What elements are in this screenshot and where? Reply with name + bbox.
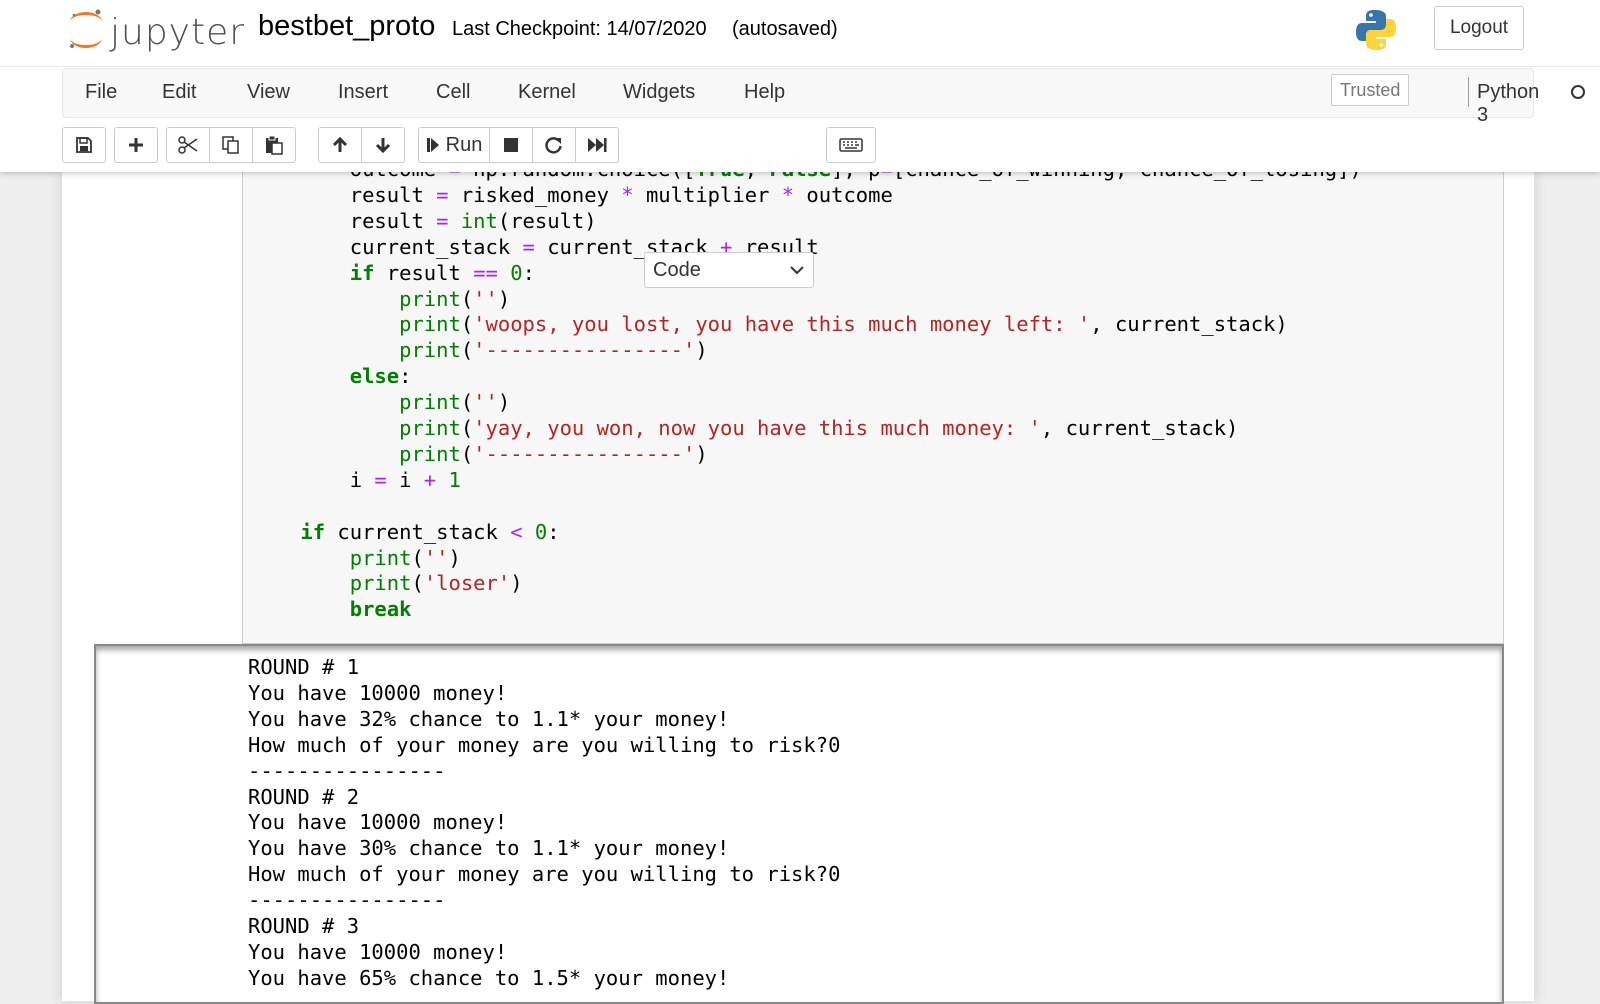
scissors-icon [178, 136, 198, 154]
kernel-name[interactable]: Python 3 [1477, 81, 1539, 127]
interrupt-button[interactable] [489, 127, 533, 163]
paste-button[interactable] [252, 127, 296, 163]
output-line: ---------------- [248, 758, 446, 783]
copy-icon [222, 136, 239, 154]
stop-icon [504, 138, 518, 152]
paste-icon [266, 135, 283, 155]
toolbar-group-run: Run [418, 127, 619, 163]
restart-button[interactable] [532, 127, 576, 163]
menu-kernel[interactable]: Kernel [518, 81, 576, 104]
kernel-separator [1468, 77, 1469, 107]
code-line: if current_stack < 0: [300, 519, 560, 544]
move-up-button[interactable] [318, 127, 362, 163]
output-line: ---------------- [248, 888, 446, 913]
toolbar-group-insert [114, 127, 158, 163]
top-bar: jupyter bestbet_proto Last Checkpoint: 1… [0, 0, 1600, 67]
menu-file[interactable]: File [85, 81, 117, 104]
copy-button[interactable] [209, 127, 253, 163]
output-line: You have 10000 money! [248, 680, 508, 705]
output-line: You have 10000 money! [248, 939, 508, 964]
code-line: result = int(result) [251, 208, 597, 233]
output-line: ROUND # 2 [248, 784, 360, 809]
menu-edit[interactable]: Edit [162, 81, 196, 104]
notebook-name[interactable]: bestbet_proto [258, 10, 435, 43]
code-line: print('----------------') [399, 441, 708, 466]
insert-cell-button[interactable] [114, 127, 158, 163]
code-line: print('loser') [349, 571, 523, 596]
output-line: How much of your money are you willing t… [248, 862, 841, 887]
command-palette-button[interactable] [826, 127, 876, 163]
code-line: else: [349, 364, 412, 389]
logout-button[interactable]: Logout [1434, 6, 1524, 50]
menu-widgets[interactable]: Widgets [623, 81, 695, 104]
step-forward-icon [426, 138, 439, 152]
python-logo-icon [1356, 10, 1396, 50]
arrow-down-icon [375, 138, 391, 154]
logo-text: jupyter [110, 12, 246, 53]
output-line: You have 10000 money! [248, 810, 508, 835]
run-button[interactable]: Run [418, 127, 490, 163]
code-cell-input[interactable]: outcome = np.random.choice([True, False]… [242, 172, 1504, 644]
menu-insert[interactable]: Insert [338, 81, 388, 104]
code-line: print('----------------') [399, 338, 708, 363]
cell-type-value: Code [653, 258, 701, 281]
arrow-up-icon [332, 136, 348, 152]
code-line: break [349, 597, 412, 622]
cell-type-select[interactable]: Code [644, 252, 814, 288]
toolbar-group-save [62, 127, 106, 163]
run-label: Run [445, 133, 483, 156]
output-line: ROUND # 3 [248, 914, 360, 938]
menu-cell[interactable]: Cell [436, 81, 470, 104]
toolbar-group-move [318, 127, 405, 163]
output-line: You have 65% chance to 1.5* your money! [248, 965, 730, 990]
menu-view[interactable]: View [247, 81, 290, 104]
restart-run-all-button[interactable] [575, 127, 619, 163]
toolbar: Run Code [0, 125, 1600, 288]
notebook-header: jupyter bestbet_proto Last Checkpoint: 1… [0, 0, 1600, 288]
move-down-button[interactable] [361, 127, 405, 163]
trusted-indicator[interactable]: Trusted [1331, 74, 1410, 106]
chevron-down-icon [790, 266, 804, 275]
code-line: if result == 0: [349, 260, 535, 285]
autosave-status: (autosaved) [732, 18, 838, 40]
notebook-container: outcome = np.random.choice([True, False]… [62, 172, 1534, 1004]
jupyter-logo[interactable]: jupyter [66, 6, 244, 54]
jupyter-logo-icon [70, 9, 102, 48]
plus-icon [129, 138, 143, 152]
menu-help[interactable]: Help [744, 81, 785, 104]
restart-icon [545, 137, 562, 154]
save-icon [76, 137, 92, 153]
cut-button[interactable] [166, 127, 210, 163]
output-line: You have 32% chance to 1.1* your money! [248, 706, 730, 731]
output-line: How much of your money are you willing t… [248, 732, 841, 757]
keyboard-icon [839, 138, 863, 152]
fast-forward-icon [588, 138, 607, 152]
kernel-idle-indicator [1571, 85, 1585, 99]
menubar: File Edit View Insert Cell Kernel Widget… [62, 68, 1585, 126]
output-line: You have 30% chance to 1.1* your money! [248, 836, 730, 861]
code-line: outcome = np.random.choice([True, False]… [251, 172, 1362, 182]
save-button[interactable] [62, 127, 106, 163]
code-cell-output[interactable]: ROUND # 1 You have 10000 money! You have 3… [94, 644, 1504, 1004]
code-line: result = risked_money * multiplier * out… [251, 182, 893, 207]
code-line: print('') [399, 390, 511, 415]
output-line: ROUND # 1 [248, 655, 360, 679]
code-line: print('yay, you won, now you have this m… [399, 416, 1239, 440]
toolbar-group-edit [166, 127, 296, 163]
code-line: print('') [399, 286, 511, 311]
code-line: print('woops, you lost, you have this mu… [399, 312, 1288, 337]
toolbar-group-shortcuts [826, 127, 876, 163]
code-line: i = i + 1 [251, 467, 461, 492]
checkpoint-status: Last Checkpoint: 14/07/2020 [452, 18, 707, 40]
code-line: print('') [349, 545, 461, 570]
